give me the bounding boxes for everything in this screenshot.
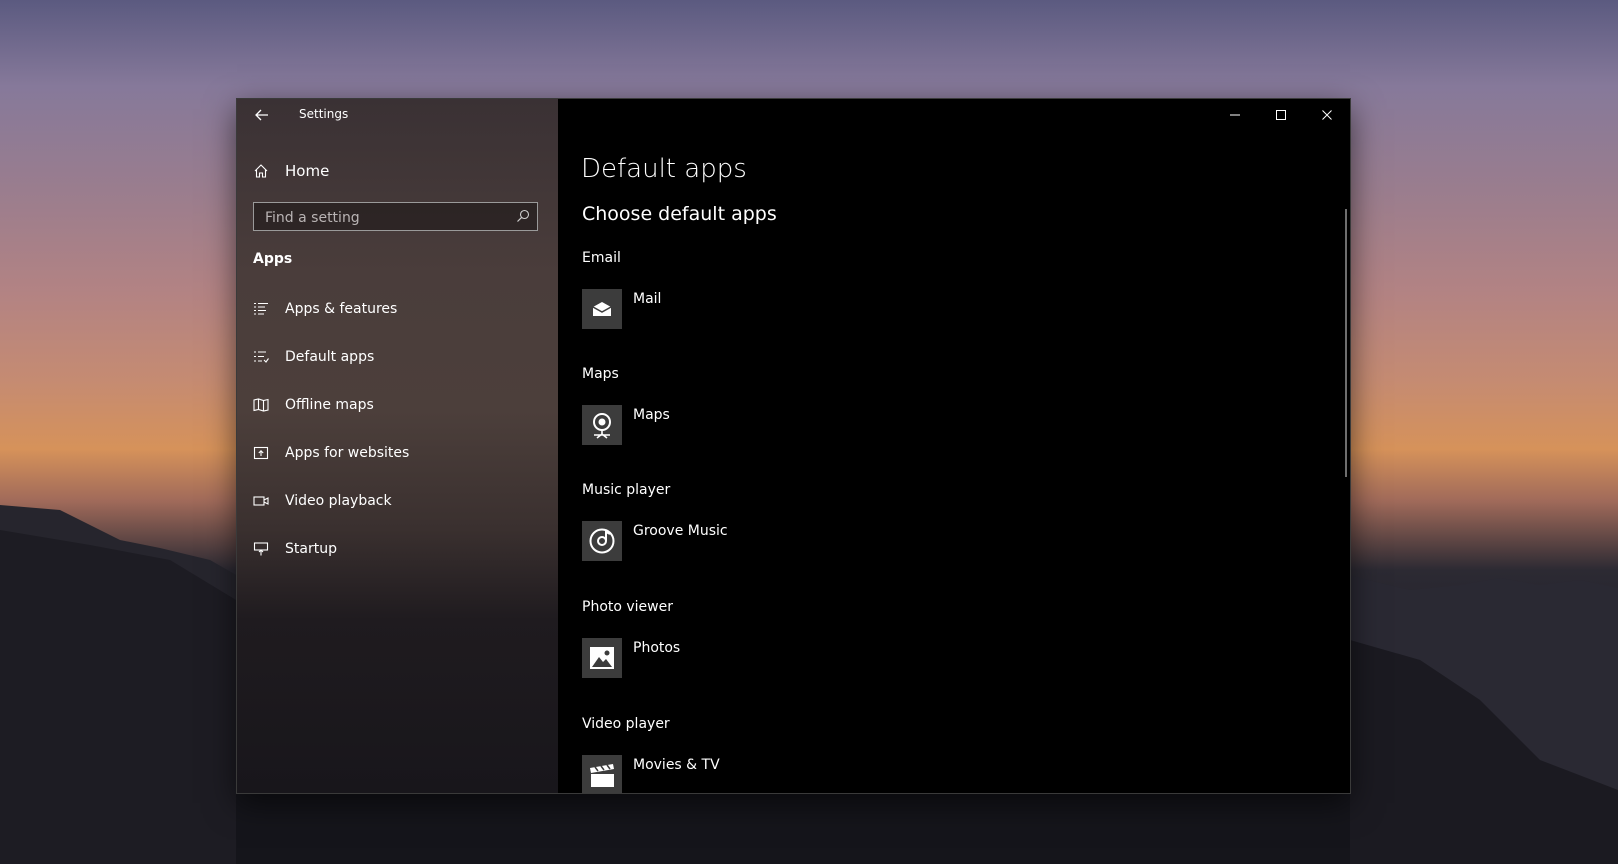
section-subtitle: Choose default apps bbox=[582, 203, 777, 225]
video-player-app-button[interactable]: Movies & TV bbox=[582, 755, 720, 793]
email-app-button[interactable]: Mail bbox=[582, 289, 661, 331]
back-button[interactable] bbox=[249, 105, 275, 125]
close-button[interactable] bbox=[1304, 99, 1350, 131]
movies-icon bbox=[590, 764, 614, 787]
app-name: Mail bbox=[633, 291, 662, 307]
photos-icon bbox=[590, 647, 614, 669]
app-name: Maps bbox=[633, 407, 670, 423]
back-arrow-icon bbox=[255, 109, 268, 121]
section-heading: Apps bbox=[253, 251, 293, 267]
photo-viewer-app-button[interactable]: Photos bbox=[582, 638, 680, 680]
maps-icon bbox=[593, 413, 611, 439]
startup-icon bbox=[253, 542, 269, 556]
settings-window: Settings Home Apps Apps & features Defau bbox=[237, 99, 1350, 793]
mail-icon bbox=[592, 302, 612, 316]
sidebar-item-default-apps[interactable]: Default apps bbox=[237, 333, 558, 381]
title-bar: Settings bbox=[237, 99, 558, 131]
sidebar: Settings Home Apps Apps & features Defau bbox=[237, 99, 558, 793]
default-apps-icon bbox=[254, 351, 269, 363]
music-player-app-button[interactable]: Groove Music bbox=[582, 521, 728, 563]
home-nav[interactable]: Home bbox=[253, 159, 329, 183]
list-icon bbox=[254, 302, 268, 315]
sidebar-item-offline-maps[interactable]: Offline maps bbox=[237, 381, 558, 429]
sidebar-item-startup[interactable]: Startup bbox=[237, 525, 558, 573]
group-label-music-player: Music player bbox=[582, 482, 671, 498]
search-box bbox=[253, 202, 538, 232]
sidebar-item-label: Offline maps bbox=[285, 397, 374, 413]
window-title: Settings bbox=[299, 107, 349, 121]
sidebar-item-apps-features[interactable]: Apps & features bbox=[237, 285, 558, 333]
search-input[interactable] bbox=[254, 203, 517, 232]
group-label-email: Email bbox=[582, 250, 621, 266]
group-label-maps: Maps bbox=[582, 366, 619, 382]
close-icon bbox=[1322, 110, 1332, 120]
sidebar-item-label: Apps & features bbox=[285, 301, 398, 317]
sidebar-nav: Apps & features Default apps Offline map… bbox=[237, 285, 558, 573]
sidebar-item-video-playback[interactable]: Video playback bbox=[237, 477, 558, 525]
app-name: Movies & TV bbox=[633, 757, 720, 773]
page-title: Default apps bbox=[581, 154, 747, 184]
app-tile bbox=[582, 638, 622, 678]
minimize-icon bbox=[1230, 114, 1240, 116]
map-icon bbox=[253, 398, 269, 412]
music-icon bbox=[589, 528, 615, 554]
app-name: Groove Music bbox=[633, 523, 728, 539]
home-icon bbox=[254, 164, 268, 178]
sidebar-item-label: Video playback bbox=[285, 493, 392, 509]
group-label-photo-viewer: Photo viewer bbox=[582, 599, 673, 615]
sidebar-item-label: Startup bbox=[285, 541, 337, 557]
group-label-video-player: Video player bbox=[582, 716, 670, 732]
home-label: Home bbox=[285, 162, 330, 180]
maximize-button[interactable] bbox=[1258, 99, 1304, 131]
video-icon bbox=[253, 496, 269, 506]
minimize-button[interactable] bbox=[1212, 99, 1258, 131]
app-tile bbox=[582, 289, 622, 329]
app-tile bbox=[582, 521, 622, 561]
app-tile bbox=[582, 755, 622, 793]
app-tile bbox=[582, 405, 622, 445]
scrollbar[interactable] bbox=[1345, 209, 1347, 477]
sidebar-item-apps-for-websites[interactable]: Apps for websites bbox=[237, 429, 558, 477]
maximize-icon bbox=[1276, 110, 1286, 120]
app-name: Photos bbox=[633, 640, 681, 656]
sidebar-item-label: Default apps bbox=[285, 349, 375, 365]
search-icon[interactable] bbox=[516, 209, 530, 223]
maps-app-button[interactable]: Maps bbox=[582, 405, 670, 447]
main-content: Default apps Choose default apps Email M… bbox=[558, 99, 1350, 793]
sidebar-item-label: Apps for websites bbox=[285, 445, 410, 461]
window-controls bbox=[1212, 99, 1350, 131]
open-in-window-icon bbox=[253, 446, 269, 460]
